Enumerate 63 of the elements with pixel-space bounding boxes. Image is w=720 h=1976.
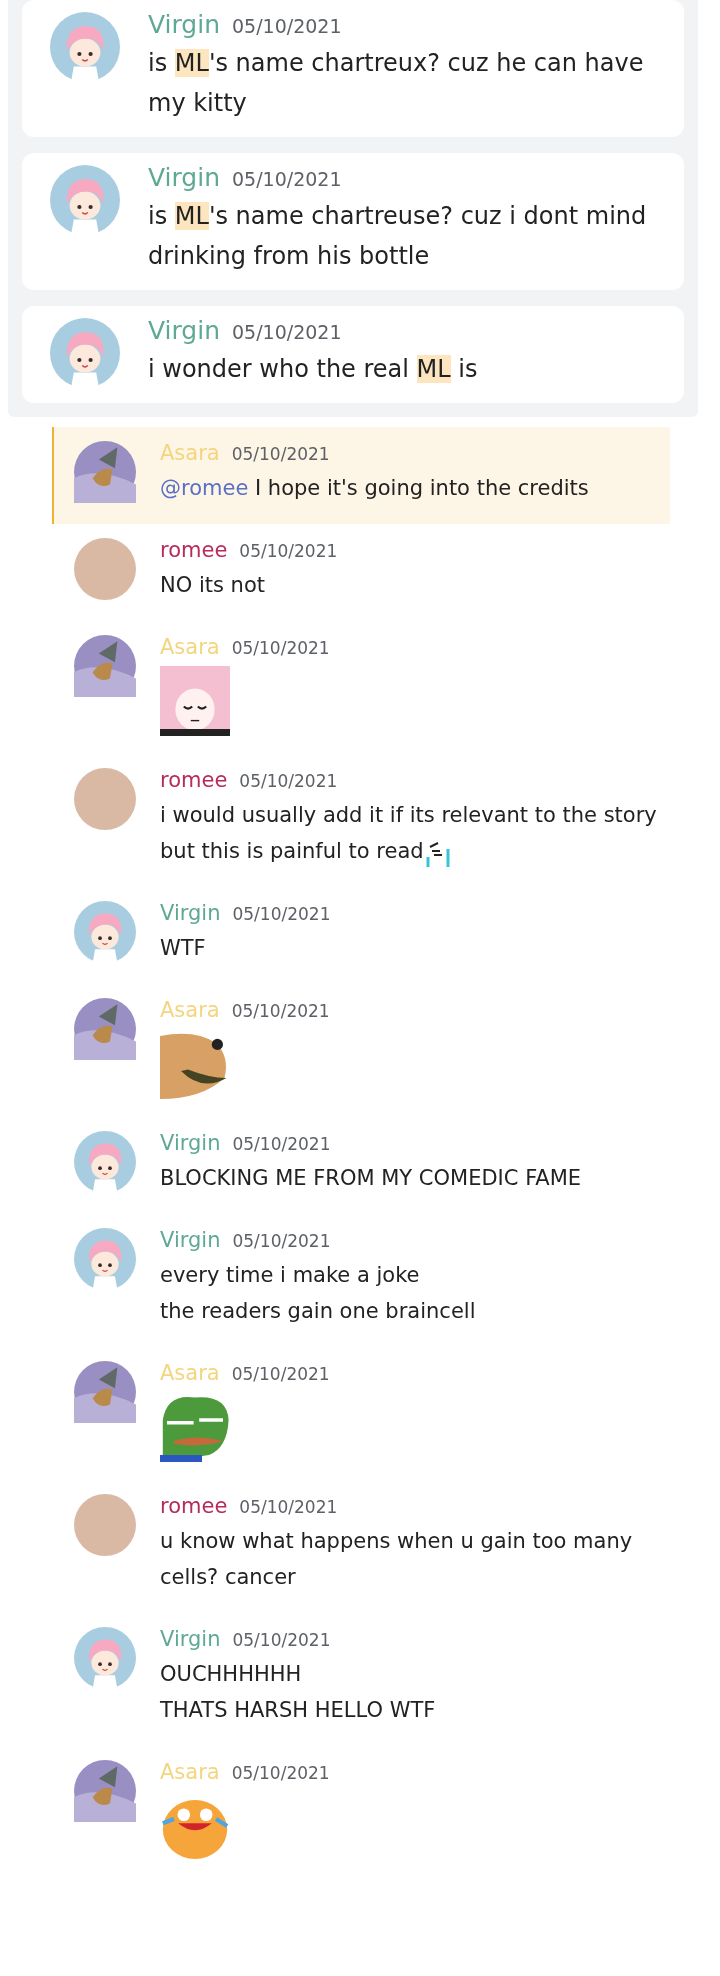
- anime-avatar: [50, 318, 120, 388]
- username[interactable]: Virgin: [160, 1127, 221, 1159]
- username[interactable]: Virgin: [148, 314, 220, 348]
- message-text: but this is painful to read: [160, 838, 424, 865]
- username[interactable]: Virgin: [160, 1623, 221, 1655]
- message-text: OUCHHHHHH: [160, 1661, 302, 1688]
- message-text: the readers gain one braincell: [160, 1298, 476, 1325]
- username[interactable]: Virgin: [148, 161, 220, 195]
- message-text: is ML's name chartreux? cuz he can have my kitty: [148, 48, 645, 119]
- timestamp: 05/10/2021: [231, 1762, 330, 1785]
- message-text: is ML's name chartreuse? cuz i dont mind drinking from his bottle: [148, 201, 648, 272]
- username[interactable]: romee: [160, 534, 228, 566]
- username[interactable]: Asara: [160, 1357, 220, 1389]
- anime-avatar: [74, 1627, 136, 1689]
- anime-girl-sticker: [160, 666, 230, 736]
- anime-avatar: [74, 901, 136, 963]
- username[interactable]: Asara: [160, 631, 220, 663]
- timestamp: 05/10/2021: [231, 443, 330, 466]
- username[interactable]: Virgin: [160, 1224, 221, 1256]
- cartoon-avatar: [74, 635, 136, 697]
- cartoon-avatar: [74, 1361, 136, 1423]
- result-card[interactable]: Virgin 05/10/2021 i wonder who the real ML is: [22, 306, 684, 403]
- cartoon-avatar: [74, 998, 136, 1060]
- timestamp: 05/10/2021: [232, 1230, 331, 1253]
- cartoon-avatar: [74, 441, 136, 503]
- timestamp: 05/10/2021: [231, 1000, 330, 1023]
- result-card[interactable]: Virgin 05/10/2021 is ML's name chartreuse? cuz i dont mind drinking from his bottle: [22, 153, 684, 290]
- timestamp: 05/10/2021: [232, 14, 342, 39]
- username[interactable]: romee: [160, 1490, 228, 1522]
- anime-avatar: [74, 1131, 136, 1193]
- message-text: BLOCKING ME FROM MY COMEDIC FAME: [160, 1165, 582, 1192]
- anime-avatar: [50, 165, 120, 235]
- message-text: NO its not: [160, 572, 265, 599]
- anime-avatar: [50, 12, 120, 82]
- anime-avatar: [74, 1228, 136, 1290]
- avatar: [74, 1494, 136, 1556]
- result-card[interactable]: Virgin 05/10/2021 is ML's name chartreux? cuz he can have my kitty: [22, 0, 684, 137]
- timestamp: 05/10/2021: [239, 540, 338, 563]
- username[interactable]: Virgin: [148, 8, 220, 42]
- timestamp: 05/10/2021: [239, 770, 338, 793]
- timestamp: 05/10/2021: [232, 1629, 331, 1652]
- timestamp: 05/10/2021: [232, 167, 342, 192]
- message-text: i would usually add it if its relevant to the story: [160, 802, 657, 829]
- message-text: i wonder who the real ML is: [148, 354, 478, 385]
- username[interactable]: Asara: [160, 1756, 220, 1788]
- message-text: THATS HARSH HELLO WTF: [160, 1697, 436, 1724]
- timestamp: 05/10/2021: [231, 637, 330, 660]
- message-text: @romee I hope it's going into the credits: [160, 475, 589, 502]
- timestamp: 05/10/2021: [232, 903, 331, 926]
- timestamp: 05/10/2021: [232, 1133, 331, 1156]
- timestamp: 05/10/2021: [231, 1363, 330, 1386]
- cartoon-avatar: [74, 1760, 136, 1822]
- username[interactable]: romee: [160, 764, 228, 796]
- username[interactable]: Asara: [160, 994, 220, 1026]
- message-text: u know what happens when u gain too many cells? cancer: [160, 1528, 634, 1591]
- user-mention[interactable]: @romee: [160, 476, 249, 500]
- message-text: every time i make a joke: [160, 1262, 420, 1289]
- username[interactable]: Virgin: [160, 897, 221, 929]
- message-text: WTF: [160, 935, 206, 962]
- timestamp: 05/10/2021: [232, 320, 342, 345]
- avatar: [74, 538, 136, 600]
- timestamp: 05/10/2021: [239, 1496, 338, 1519]
- avatar: [74, 768, 136, 830]
